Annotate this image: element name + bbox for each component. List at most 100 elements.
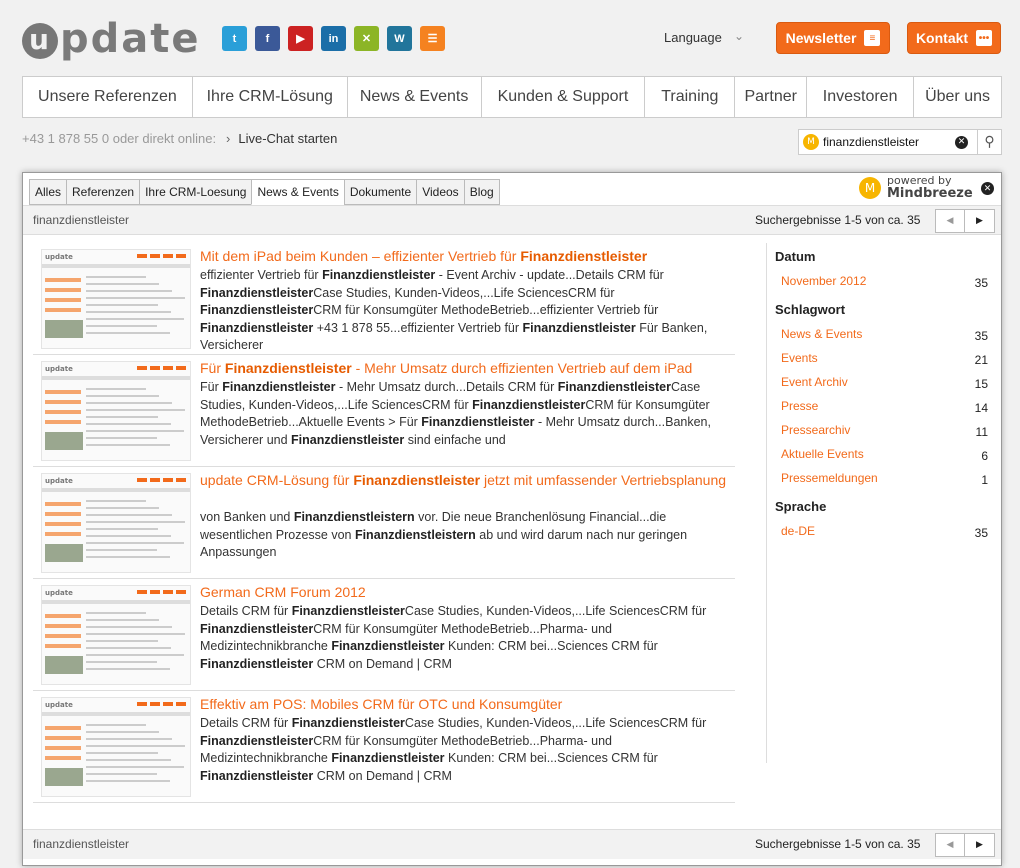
facet-label[interactable]: Event Archiv: [781, 375, 848, 389]
facet-label[interactable]: Pressearchiv: [781, 423, 850, 437]
facet-count: 35: [974, 329, 988, 343]
tab[interactable]: Alles: [29, 179, 67, 205]
facet-item[interactable]: Pressearchiv 11: [767, 421, 988, 445]
nav-item[interactable]: Kunden & Support: [482, 77, 646, 117]
main-navigation: Unsere Referenzen Ihre CRM-Lösung News & E…: [22, 76, 1002, 118]
search-input[interactable]: [823, 135, 955, 149]
phone-number: +43 1 878 55 0 oder direkt online:: [22, 131, 217, 146]
result-count: Suchergebnisse 1-5 von ca. 35: [755, 837, 921, 851]
facet-heading: Datum: [775, 249, 816, 264]
rss-icon[interactable]: ☰: [420, 26, 445, 51]
facet-label[interactable]: Pressemeldungen: [781, 471, 878, 485]
powered-by: M powered by Mindbreeze: [859, 175, 973, 201]
facet-label[interactable]: Aktuelle Events: [781, 447, 864, 461]
nav-item[interactable]: Unsere Referenzen: [23, 77, 193, 117]
live-chat-link[interactable]: › Live-Chat starten: [226, 131, 337, 146]
facet-heading: Sprache: [775, 499, 827, 514]
search-icon: ⚲: [984, 134, 995, 150]
tab[interactable]: Videos: [416, 179, 464, 205]
search-button[interactable]: ⚲: [978, 129, 1002, 155]
result-title-link[interactable]: Effektiv am POS: Mobiles CRM für OTC und…: [200, 697, 730, 712]
facet-label[interactable]: November 2012: [781, 274, 866, 288]
result-thumbnail[interactable]: update: [41, 585, 191, 685]
powered-by-brand: Mindbreeze: [887, 186, 973, 201]
nav-item[interactable]: News & Events: [348, 77, 482, 117]
facet-item[interactable]: Presse 14: [767, 397, 988, 421]
facet-label[interactable]: de-DE: [781, 524, 815, 538]
result-item: update German CRM Forum 2012 Details CRM f…: [33, 579, 735, 691]
newsletter-button[interactable]: Newsletter ≡: [776, 22, 890, 54]
result-title-link[interactable]: update CRM-Lösung für Finanzdienstleiste…: [200, 473, 730, 488]
query-label: finanzdienstleister: [33, 213, 130, 227]
facet-item[interactable]: Pressemeldungen 1: [767, 469, 988, 493]
query-bar-top: finanzdienstleister Suchergebnisse 1-5 v…: [23, 205, 1001, 235]
linkedin-icon[interactable]: in: [321, 26, 346, 51]
query-label: finanzdienstleister: [33, 837, 130, 851]
nav-item[interactable]: Investoren: [807, 77, 915, 117]
result-item: update Für Finanzdienstleister - Mehr Ums…: [33, 355, 735, 467]
tab[interactable]: Referenzen: [66, 179, 140, 205]
twitter-icon[interactable]: t: [222, 26, 247, 51]
result-item: update update CRM-Lösung für Finanzdienst…: [33, 467, 735, 579]
prev-page-button[interactable]: ◀: [935, 209, 965, 233]
result-thumbnail[interactable]: update: [41, 697, 191, 797]
facet-label[interactable]: Events: [781, 351, 818, 365]
nav-item[interactable]: Training: [645, 77, 736, 117]
speech-bubble-icon: •••: [976, 30, 993, 46]
result-title-link[interactable]: German CRM Forum 2012: [200, 585, 730, 600]
update-logo[interactable]: u pdate: [22, 16, 201, 62]
facet-count: 1: [981, 473, 988, 487]
result-title-link[interactable]: Für Finanzdienstleister - Mehr Umsatz du…: [200, 361, 730, 376]
kontakt-button[interactable]: Kontakt •••: [907, 22, 1001, 54]
result-thumbnail[interactable]: update: [41, 473, 191, 573]
next-page-button[interactable]: ▶: [965, 209, 995, 233]
facet-item[interactable]: November 2012 35: [767, 272, 988, 296]
tab[interactable]: Ihre CRM-Loesung: [139, 179, 252, 205]
result-thumbnail[interactable]: update: [41, 361, 191, 461]
clear-search-icon[interactable]: ✕: [955, 135, 968, 149]
facet-item[interactable]: Aktuelle Events 6: [767, 445, 988, 469]
result-tabs: Alles Referenzen Ihre CRM-Loesung News & Ev…: [29, 179, 500, 205]
facet-count: 6: [981, 449, 988, 463]
nav-item[interactable]: Ihre CRM-Lösung: [193, 77, 348, 117]
prev-page-button[interactable]: ◀: [935, 833, 965, 857]
result-snippet: Für Finanzdienstleister - Mehr Umsatz du…: [200, 380, 711, 447]
results-list: update Mit dem iPad beim Kunden – effizie…: [33, 243, 735, 803]
result-snippet: von Banken und Finanzdienstleistern vor.…: [200, 510, 688, 560]
kontakt-label: Kontakt: [915, 30, 969, 46]
close-panel-icon[interactable]: ✕: [981, 182, 994, 195]
facet-heading: Schlagwort: [775, 302, 846, 317]
result-title-link[interactable]: Mit dem iPad beim Kunden – effizienter V…: [200, 249, 730, 264]
facet-count: 35: [974, 276, 988, 290]
facet-label[interactable]: Presse: [781, 399, 818, 413]
facet-label[interactable]: News & Events: [781, 327, 862, 341]
facet-item[interactable]: Events 21: [767, 349, 988, 373]
facet-count: 11: [975, 425, 988, 439]
result-snippet: Details CRM für FinanzdienstleisterCase …: [200, 604, 707, 671]
facet-count: 35: [974, 526, 988, 540]
mindbreeze-icon: M: [803, 134, 819, 150]
language-label: Language: [664, 30, 722, 45]
logo-text: pdate: [60, 16, 201, 62]
chevron-down-icon: ⌄: [734, 29, 745, 43]
tab[interactable]: Dokumente: [343, 179, 417, 205]
wordpress-icon[interactable]: W: [387, 26, 412, 51]
result-snippet: effizienter Vertrieb für Finanzdienstlei…: [200, 268, 708, 353]
result-item: update Effektiv am POS: Mobiles CRM für O…: [33, 691, 735, 803]
xing-icon[interactable]: ✕: [354, 26, 379, 51]
facet-item[interactable]: Event Archiv 15: [767, 373, 988, 397]
youtube-icon[interactable]: ▶: [288, 26, 313, 51]
facebook-icon[interactable]: f: [255, 26, 280, 51]
nav-item[interactable]: Über uns: [914, 77, 1001, 117]
facet-count: 14: [974, 401, 988, 415]
result-thumbnail[interactable]: update: [41, 249, 191, 349]
query-bar-bottom: finanzdienstleister Suchergebnisse 1-5 v…: [23, 829, 1001, 859]
pager: ◀ ▶: [935, 833, 995, 857]
language-select[interactable]: Language ⌄: [664, 29, 744, 45]
next-page-button[interactable]: ▶: [965, 833, 995, 857]
tab[interactable]: Blog: [463, 179, 500, 205]
facet-item[interactable]: de-DE 35: [767, 522, 988, 546]
nav-item[interactable]: Partner: [735, 77, 808, 117]
facet-item[interactable]: News & Events 35: [767, 325, 988, 349]
tab[interactable]: News & Events: [251, 179, 344, 205]
